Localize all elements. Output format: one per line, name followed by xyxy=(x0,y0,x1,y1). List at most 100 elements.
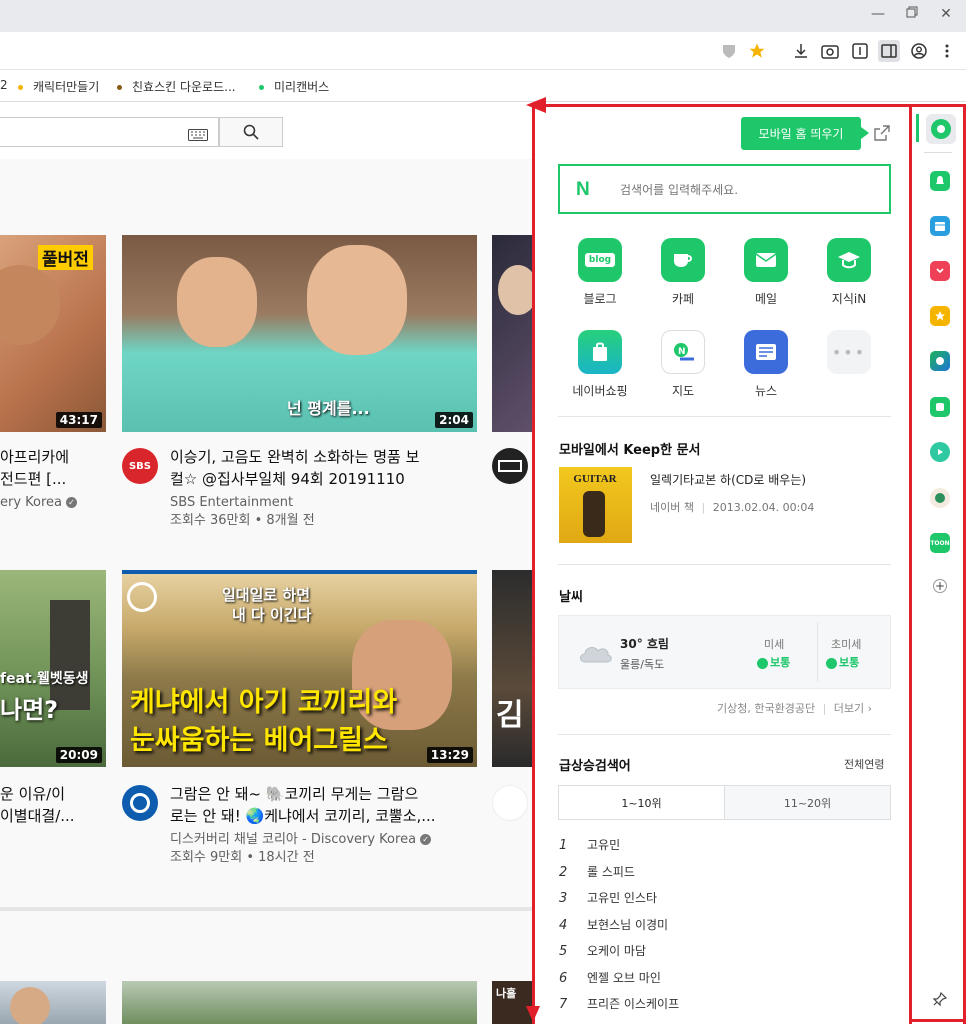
profile-icon[interactable] xyxy=(908,40,930,62)
pocket-shield-icon[interactable] xyxy=(718,40,740,62)
trending-keyword[interactable]: 1 고유민 xyxy=(559,836,620,853)
favorite-star-icon[interactable] xyxy=(746,40,768,62)
video-title[interactable]: 이별대결/... xyxy=(0,805,106,827)
bookmarks-bar: 2 캐릭터만들기 친효스킨 다운로드... 미리캔버스 xyxy=(0,70,966,102)
download-icon[interactable] xyxy=(790,40,812,62)
channel-logo-icon xyxy=(498,460,522,472)
youtube-page: 풀버전 43:17 넌 평계를... 2:04 아프리카에 전드편 [... e… xyxy=(0,103,533,1024)
browser-toolbar xyxy=(0,32,966,94)
tab-rank-1-10[interactable]: 1~10위 xyxy=(558,785,725,820)
open-external-icon[interactable] xyxy=(874,125,890,145)
trending-keyword[interactable]: 6 엔젤 오브 마인 xyxy=(559,969,661,986)
map-icon: N xyxy=(661,330,705,374)
restore-button[interactable] xyxy=(900,4,924,24)
cafe-icon xyxy=(661,238,705,282)
tab-rank-11-20[interactable]: 11~20위 xyxy=(724,785,891,820)
weather-source: 기상청, 한국환경공단 | 더보기 › xyxy=(717,702,873,715)
video-thumbnail[interactable]: feat.웰벳동생 나면? 20:09 xyxy=(0,570,106,767)
service-more[interactable]: ••• xyxy=(809,330,889,374)
keyboard-icon[interactable] xyxy=(188,126,208,145)
video-thumbnail[interactable] xyxy=(0,981,106,1024)
age-filter-link[interactable]: 전체연령 xyxy=(844,756,884,772)
bookmark-item[interactable]: 미리캔버스 xyxy=(259,78,329,95)
service-shopping[interactable]: 네이버쇼핑 xyxy=(560,330,640,399)
shopping-icon xyxy=(578,330,622,374)
video-channel[interactable]: 디스커버리 채널 코리아 - Discovery Korea ✓ xyxy=(170,831,432,849)
smile-icon xyxy=(826,657,837,669)
cloudy-icon xyxy=(577,640,613,668)
keep-doc-thumbnail[interactable]: GUITAR xyxy=(559,467,632,543)
trending-keyword[interactable]: 2롤 스피드 xyxy=(559,863,635,880)
trending-keyword[interactable]: 3 고유민 인스타 xyxy=(559,889,657,906)
close-window-button[interactable]: ✕ xyxy=(934,4,958,24)
sidebar-toggle-icon[interactable] xyxy=(878,40,900,62)
weather-more-link[interactable]: 더보기 xyxy=(834,702,864,715)
service-map[interactable]: N 지도 xyxy=(643,330,723,399)
reader-icon[interactable] xyxy=(849,40,871,62)
video-title[interactable]: 컬☆ @집사부일체 94회 20191110 xyxy=(170,468,470,490)
naver-search-input[interactable] xyxy=(620,180,870,200)
weather-temp: 30° 흐림 xyxy=(620,637,669,651)
keep-section-title: 모바일에서 Keep한 문서 xyxy=(559,443,701,458)
thumbnail-caption: 일대일로 하면 xyxy=(222,586,311,604)
discovery-logo-icon xyxy=(127,582,157,612)
section-divider xyxy=(558,416,891,417)
trending-keyword[interactable]: 5 오케이 마담 xyxy=(559,942,646,959)
news-icon xyxy=(744,330,788,374)
weather-location: 울릉/독도 xyxy=(620,658,665,671)
youtube-search-input[interactable] xyxy=(0,117,219,147)
more-menu-icon[interactable] xyxy=(936,40,958,62)
video-thumbnail[interactable]: 넌 평계를... 2:04 xyxy=(122,235,477,432)
fine-dust-label: 미세 xyxy=(764,638,785,651)
naver-logo-icon: N xyxy=(576,179,590,200)
channel-avatar[interactable] xyxy=(492,448,528,484)
service-kin[interactable]: 지식iN xyxy=(809,238,889,307)
video-channel[interactable]: SBS Entertainment xyxy=(170,494,293,512)
thumbnail-figure xyxy=(177,257,257,347)
trending-keyword[interactable]: 4 보현스님 이경미 xyxy=(559,916,668,933)
annotation-line xyxy=(532,104,535,1024)
thumbnail-caption: 김 xyxy=(496,698,524,733)
minimize-button[interactable]: — xyxy=(866,4,890,24)
video-thumbnail[interactable]: 일대일로 하면 내 다 이긴다 케냐에서 아기 코끼리와 눈싸움하는 베어그릴스… xyxy=(122,570,477,767)
naver-search-box[interactable]: N xyxy=(558,164,891,214)
video-thumbnail[interactable]: 김 xyxy=(492,570,533,767)
video-thumbnail[interactable] xyxy=(122,981,477,1024)
capture-icon[interactable] xyxy=(819,40,841,62)
keep-doc-title[interactable]: 일렉기타교본 하(CD로 배우는) xyxy=(650,471,806,488)
video-title[interactable]: 전드편 [... xyxy=(0,468,106,490)
naver-side-panel: 모바일 홈 띄우기 N blog 블로그 카페 메일 지식iN 네이 xyxy=(533,103,910,1024)
video-duration: 2:04 xyxy=(435,412,473,428)
channel-avatar[interactable] xyxy=(492,785,528,821)
channel-avatar[interactable] xyxy=(122,785,158,821)
video-title[interactable]: 그람은 안 돼~ 🐘코끼리 무게는 그람으 xyxy=(170,783,470,805)
weather-card[interactable]: 30° 흐림 울릉/독도 미세 보통 초미세 보통 xyxy=(558,615,891,689)
youtube-search-button[interactable] xyxy=(219,117,283,147)
video-title[interactable]: 로는 안 돼! 🌏케냐에서 코끼리, 코뿔소,... xyxy=(170,805,470,827)
thumbnail-caption: 케냐에서 아기 코끼리와 xyxy=(130,687,398,718)
video-thumbnail[interactable]: 풀버전 43:17 xyxy=(0,235,106,432)
trending-keyword[interactable]: 7 프리즌 이스케이프 xyxy=(559,995,679,1012)
bookmark-item[interactable]: 친효스킨 다운로드... xyxy=(117,78,236,95)
video-duration: 20:09 xyxy=(55,747,102,763)
video-title[interactable]: 이승기, 고음도 완벽히 소화하는 명품 보 xyxy=(170,446,470,468)
service-news[interactable]: 뉴스 xyxy=(726,330,806,399)
mobile-home-button[interactable]: 모바일 홈 띄우기 xyxy=(741,117,869,150)
thumbnail-figure xyxy=(307,245,407,355)
bookmark-dot-icon xyxy=(18,85,23,90)
video-title[interactable]: 운 이유/이 xyxy=(0,783,106,805)
bookmark-item[interactable]: 캐릭터만들기 xyxy=(18,78,99,95)
smile-icon xyxy=(757,657,768,669)
channel-avatar[interactable]: SBS xyxy=(122,448,158,484)
video-channel[interactable]: ery Korea ✓ xyxy=(0,494,78,512)
video-thumbnail[interactable] xyxy=(492,235,533,432)
bookmark-dot-icon xyxy=(259,85,264,90)
service-mail[interactable]: 메일 xyxy=(726,238,806,307)
bookmark-item[interactable]: 2 xyxy=(0,78,8,92)
service-cafe[interactable]: 카페 xyxy=(643,238,723,307)
annotation-box xyxy=(909,104,966,1024)
kin-icon xyxy=(827,238,871,282)
more-dots-icon: ••• xyxy=(827,330,871,374)
video-title[interactable]: 아프리카에 xyxy=(0,446,106,468)
service-blog[interactable]: blog 블로그 xyxy=(560,238,640,307)
